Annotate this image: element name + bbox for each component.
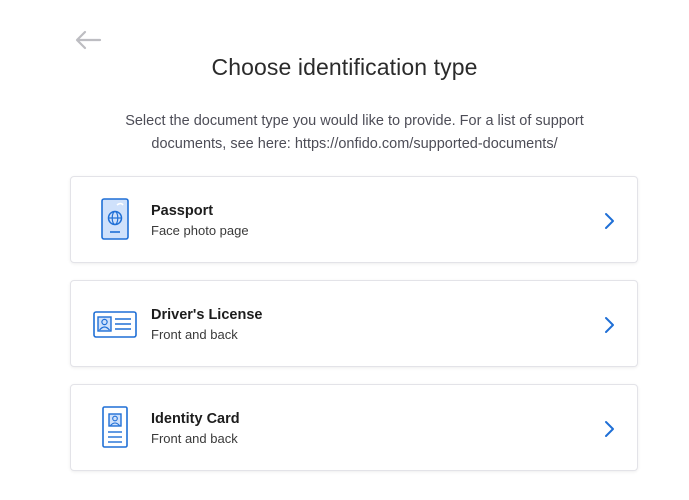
document-option-identity-card[interactable]: Identity Card Front and back	[70, 384, 638, 471]
option-description: Front and back	[151, 327, 238, 342]
passport-icon	[93, 197, 139, 243]
page-title: Choose identification type	[211, 54, 478, 80]
document-option-passport[interactable]: Passport Face photo page	[70, 176, 638, 263]
page-subtitle: Select the document type you would like …	[125, 113, 584, 152]
chevron-right-icon	[605, 317, 614, 333]
back-arrow-icon	[75, 30, 102, 50]
option-label: Identity Card	[151, 411, 240, 427]
option-description: Front and back	[151, 431, 238, 446]
identity-card-icon	[93, 405, 139, 451]
option-label: Driver's License	[151, 307, 263, 323]
drivers-license-icon	[93, 301, 139, 347]
option-description: Face photo page	[151, 223, 249, 238]
back-button[interactable]	[74, 29, 102, 51]
chevron-right-icon	[605, 213, 614, 229]
option-label: Passport	[151, 203, 214, 219]
chevron-right-icon	[605, 421, 614, 437]
document-option-drivers-license[interactable]: Driver's License Front and back	[70, 280, 638, 367]
